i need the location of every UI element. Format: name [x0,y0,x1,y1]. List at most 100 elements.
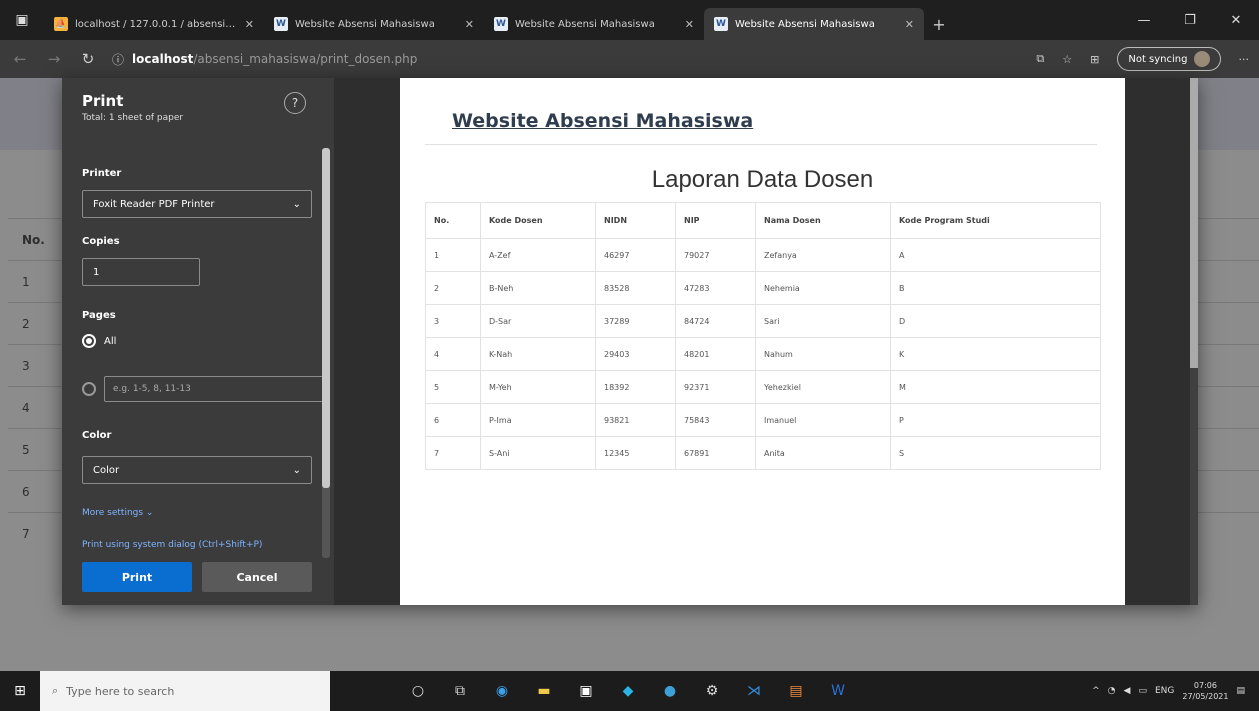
clock[interactable]: 07:06 27/05/2021 [1182,680,1228,702]
file-explorer-icon[interactable]: ▬ [526,673,562,709]
table-cell: A [890,238,1101,272]
printer-label: Printer [82,168,122,179]
tab-website-1[interactable]: W Website Absensi Mahasiswa ✕ [264,8,484,40]
website-favicon-icon: W [274,17,288,31]
print-button[interactable]: Print [82,562,192,592]
photos-icon[interactable]: ◆ [610,673,646,709]
collections-icon[interactable]: ⊞ [1090,53,1099,66]
table-cell: Nehemia [755,271,891,305]
minimize-icon[interactable]: — [1121,0,1167,40]
col-header: Kode Dosen [480,202,596,239]
time: 07:06 [1193,681,1217,690]
network-icon[interactable]: ◔ [1108,686,1116,696]
pages-all-label: All [104,335,117,347]
table-cell: 79027 [675,238,756,272]
back-icon[interactable]: ← [10,50,30,68]
url-path: /absensi_mahasiswa/print_dosen.php [193,52,418,66]
system-dialog-link[interactable]: Print using system dialog (Ctrl+Shift+P) [82,540,262,550]
table-cell: K [890,337,1101,371]
table-row: 1 A-Zef 46297 79027 Zefanya A [425,238,1101,272]
chevron-down-icon: ⌄ [292,464,301,476]
close-tab-icon[interactable]: ✕ [245,18,254,31]
close-tab-icon[interactable]: ✕ [685,18,694,31]
info-icon[interactable]: ⓘ [112,51,124,68]
refresh-icon[interactable]: ↻ [78,50,98,68]
url-field[interactable]: ⓘ localhost/absensi_mahasiswa/print_dose… [112,51,1022,68]
sublime-icon[interactable]: ▤ [778,673,814,709]
print-dialog: Print Total: 1 sheet of paper ? Printer … [62,78,1198,605]
preview-scrollbar[interactable] [1190,78,1198,605]
maximize-icon[interactable]: ❐ [1167,0,1213,40]
forward-icon[interactable]: → [44,50,64,68]
windows-start-icon[interactable]: ⊞ [0,683,40,699]
tab-website-3-active[interactable]: W Website Absensi Mahasiswa ✕ [704,8,924,40]
url-host: localhost [132,52,194,66]
close-tab-icon[interactable]: ✕ [905,18,914,31]
battery-icon[interactable]: ▭ [1138,686,1147,696]
edge-menu-icon[interactable]: ▣ [0,0,44,40]
sheet-count: Total: 1 sheet of paper [82,113,184,123]
close-window-icon[interactable]: ✕ [1213,0,1259,40]
chevron-down-icon: ⌄ [292,198,301,210]
table-cell: 12345 [595,436,676,470]
table-cell: Imanuel [755,403,891,437]
read-aloud-icon[interactable]: ⧉ [1036,52,1044,66]
settings-gear-icon[interactable]: ⚙ [694,673,730,709]
sync-label: Not syncing [1128,53,1188,65]
print-title: Print [82,92,124,110]
table-cell: 46297 [595,238,676,272]
edge-icon[interactable]: ◉ [484,673,520,709]
page-range-input[interactable]: e.g. 1-5, 8, 11-13 [104,376,330,402]
table-cell: 92371 [675,370,756,404]
notifications-icon[interactable]: ▤ [1236,686,1245,696]
cortana-icon[interactable]: ○ [400,673,436,709]
help-icon[interactable]: ? [284,92,306,114]
table-cell: 7 [425,436,481,470]
table-row: 3 D-Sar 37289 84724 Sari D [425,304,1101,338]
table-cell: 37289 [595,304,676,338]
table-row: 7 S-Ani 12345 67891 Anita S [425,436,1101,470]
vscode-icon[interactable]: ⋊ [736,673,772,709]
table-row: 4 K-Nah 29403 48201 Nahum K [425,337,1101,371]
pages-custom-radio[interactable]: e.g. 1-5, 8, 11-13 [82,376,330,402]
more-settings-link[interactable]: More settings ⌄ [82,508,153,518]
table-cell: S [890,436,1101,470]
profile-sync-button[interactable]: Not syncing [1117,47,1221,71]
tab-phpmyadmin[interactable]: ⛵ localhost / 127.0.0.1 / absensi_m ✕ [44,8,264,40]
copies-input[interactable]: 1 [82,258,200,286]
table-cell: 75843 [675,403,756,437]
radio-unselected-icon [82,382,96,396]
scrollbar-thumb[interactable] [1190,78,1198,368]
language[interactable]: ENG [1155,686,1174,696]
pages-all-radio[interactable]: All [82,334,116,348]
favorite-star-icon[interactable]: ☆ [1062,53,1072,66]
store-icon[interactable]: ▣ [568,673,604,709]
table-cell: Nahum [755,337,891,371]
chrome-icon[interactable]: ● [652,673,688,709]
scrollbar-thumb[interactable] [322,148,330,488]
print-preview-page: Website Absensi Mahasiswa Laporan Data D… [400,78,1125,605]
tray-chevron-icon[interactable]: ^ [1092,686,1100,696]
table-cell: 3 [425,304,481,338]
volume-icon[interactable]: ◀ [1124,686,1131,696]
copies-value: 1 [93,266,100,278]
table-cell: Sari [755,304,891,338]
website-favicon-icon: W [714,17,728,31]
taskbar-search[interactable]: ⌕ Type here to search [40,671,330,711]
system-tray: ^ ◔ ◀ ▭ ENG 07:06 27/05/2021 ▤ [1092,680,1259,702]
printer-select[interactable]: Foxit Reader PDF Printer ⌄ [82,190,312,218]
cancel-button[interactable]: Cancel [202,562,312,592]
task-view-icon[interactable]: ⧉ [442,673,478,709]
col-header: NIDN [595,202,676,239]
tab-title: Website Absensi Mahasiswa [295,18,435,30]
table-cell: 48201 [675,337,756,371]
tab-website-2[interactable]: W Website Absensi Mahasiswa ✕ [484,8,704,40]
new-tab-icon[interactable]: + [924,8,954,40]
close-tab-icon[interactable]: ✕ [465,18,474,31]
settings-scrollbar[interactable] [322,148,330,558]
color-select[interactable]: Color ⌄ [82,456,312,484]
word-icon[interactable]: W [820,673,856,709]
site-title: Website Absensi Mahasiswa [452,110,754,132]
more-menu-icon[interactable]: ··· [1239,53,1250,66]
divider [425,144,1097,145]
